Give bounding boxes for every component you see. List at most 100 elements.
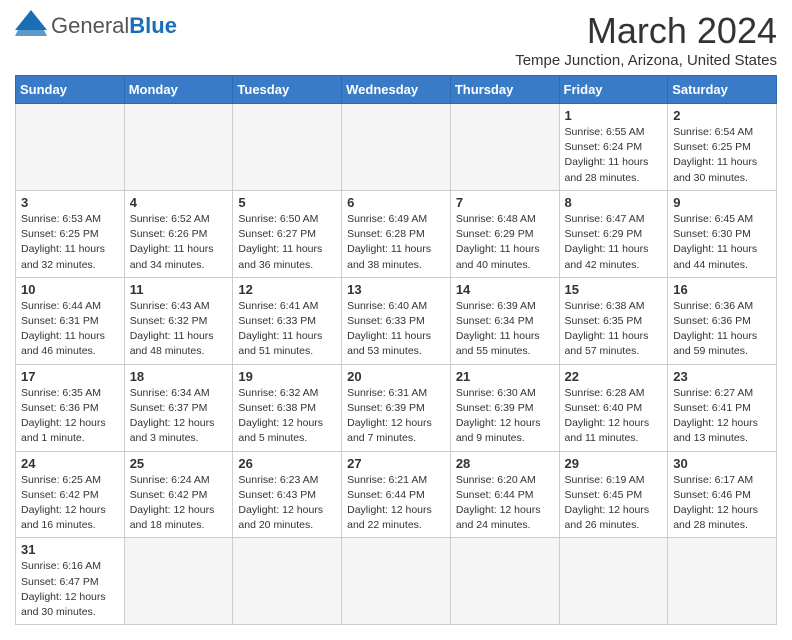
day-info: Sunrise: 6:19 AM Sunset: 6:45 PM Dayligh… (565, 473, 663, 534)
day-number: 22 (565, 369, 663, 384)
day-number: 8 (565, 195, 663, 210)
day-number: 20 (347, 369, 445, 384)
calendar-table: SundayMondayTuesdayWednesdayThursdayFrid… (15, 75, 777, 625)
day-info: Sunrise: 6:34 AM Sunset: 6:37 PM Dayligh… (130, 386, 228, 447)
day-info: Sunrise: 6:38 AM Sunset: 6:35 PM Dayligh… (565, 299, 663, 360)
day-number: 15 (565, 282, 663, 297)
day-number: 13 (347, 282, 445, 297)
header-monday: Monday (124, 76, 233, 104)
day-number: 27 (347, 456, 445, 471)
calendar-week-2: 3Sunrise: 6:53 AM Sunset: 6:25 PM Daylig… (16, 190, 777, 277)
logo-general: General (51, 13, 129, 38)
day-number: 25 (130, 456, 228, 471)
calendar-cell (124, 104, 233, 191)
day-info: Sunrise: 6:55 AM Sunset: 6:24 PM Dayligh… (565, 125, 663, 186)
day-info: Sunrise: 6:24 AM Sunset: 6:42 PM Dayligh… (130, 473, 228, 534)
calendar-cell: 26 Sunrise: 6:23 AM Sunset: 6:43 PM Dayli… (233, 451, 342, 538)
calendar-cell: 13 Sunrise: 6:40 AM Sunset: 6:33 PM Dayli… (342, 277, 451, 364)
calendar-cell: 9Sunrise: 6:45 AM Sunset: 6:30 PM Daylig… (668, 190, 777, 277)
day-number: 19 (238, 369, 336, 384)
day-info: Sunrise: 6:28 AM Sunset: 6:40 PM Dayligh… (565, 386, 663, 447)
day-info: Sunrise: 6:48 AM Sunset: 6:29 PM Dayligh… (456, 212, 554, 273)
calendar-cell: 27 Sunrise: 6:21 AM Sunset: 6:44 PM Dayli… (342, 451, 451, 538)
day-info: Sunrise: 6:21 AM Sunset: 6:44 PM Dayligh… (347, 473, 445, 534)
day-info: Sunrise: 6:44 AM Sunset: 6:31 PM Dayligh… (21, 299, 119, 360)
day-info: Sunrise: 6:50 AM Sunset: 6:27 PM Dayligh… (238, 212, 336, 273)
calendar-cell: 7 Sunrise: 6:48 AM Sunset: 6:29 PM Daylig… (450, 190, 559, 277)
calendar-cell (342, 104, 451, 191)
day-number: 21 (456, 369, 554, 384)
calendar-cell: 29 Sunrise: 6:19 AM Sunset: 6:45 PM Dayli… (559, 451, 668, 538)
day-number: 12 (238, 282, 336, 297)
calendar-cell: 21 Sunrise: 6:30 AM Sunset: 6:39 PM Dayli… (450, 364, 559, 451)
day-number: 17 (21, 369, 119, 384)
day-info: Sunrise: 6:49 AM Sunset: 6:28 PM Dayligh… (347, 212, 445, 273)
day-number: 14 (456, 282, 554, 297)
header-tuesday: Tuesday (233, 76, 342, 104)
calendar-cell: 25 Sunrise: 6:24 AM Sunset: 6:42 PM Dayli… (124, 451, 233, 538)
calendar-cell (233, 104, 342, 191)
calendar-cell: 18 Sunrise: 6:34 AM Sunset: 6:37 PM Dayli… (124, 364, 233, 451)
day-number: 29 (565, 456, 663, 471)
day-info: Sunrise: 6:41 AM Sunset: 6:33 PM Dayligh… (238, 299, 336, 360)
location-title: Tempe Junction, Arizona, United States (515, 52, 777, 69)
calendar-cell (450, 104, 559, 191)
calendar-cell: 30Sunrise: 6:17 AM Sunset: 6:46 PM Dayli… (668, 451, 777, 538)
day-number: 3 (21, 195, 119, 210)
header-wednesday: Wednesday (342, 76, 451, 104)
calendar-cell: 17Sunrise: 6:35 AM Sunset: 6:36 PM Dayli… (16, 364, 125, 451)
day-info: Sunrise: 6:52 AM Sunset: 6:26 PM Dayligh… (130, 212, 228, 273)
header-sunday: Sunday (16, 76, 125, 104)
day-info: Sunrise: 6:16 AM Sunset: 6:47 PM Dayligh… (21, 559, 119, 620)
day-number: 4 (130, 195, 228, 210)
logo-blue: Blue (129, 13, 177, 38)
header-saturday: Saturday (668, 76, 777, 104)
calendar-cell: 16Sunrise: 6:36 AM Sunset: 6:36 PM Dayli… (668, 277, 777, 364)
calendar-cell: 2Sunrise: 6:54 AM Sunset: 6:25 PM Daylig… (668, 104, 777, 191)
day-info: Sunrise: 6:47 AM Sunset: 6:29 PM Dayligh… (565, 212, 663, 273)
calendar-cell: 3Sunrise: 6:53 AM Sunset: 6:25 PM Daylig… (16, 190, 125, 277)
month-title: March 2024 (515, 10, 777, 52)
logo-text: GeneralBlue (51, 13, 177, 39)
header-thursday: Thursday (450, 76, 559, 104)
calendar-cell: 10 Sunrise: 6:44 AM Sunset: 6:31 PM Dayli… (16, 277, 125, 364)
day-info: Sunrise: 6:40 AM Sunset: 6:33 PM Dayligh… (347, 299, 445, 360)
day-info: Sunrise: 6:36 AM Sunset: 6:36 PM Dayligh… (673, 299, 771, 360)
header-friday: Friday (559, 76, 668, 104)
calendar-cell: 23Sunrise: 6:27 AM Sunset: 6:41 PM Dayli… (668, 364, 777, 451)
calendar-cell: 24Sunrise: 6:25 AM Sunset: 6:42 PM Dayli… (16, 451, 125, 538)
day-number: 18 (130, 369, 228, 384)
day-number: 31 (21, 542, 119, 557)
calendar-cell: 1 Sunrise: 6:55 AM Sunset: 6:24 PM Daylig… (559, 104, 668, 191)
day-number: 30 (673, 456, 771, 471)
day-number: 23 (673, 369, 771, 384)
calendar-cell: 20 Sunrise: 6:31 AM Sunset: 6:39 PM Dayli… (342, 364, 451, 451)
calendar-cell: 28 Sunrise: 6:20 AM Sunset: 6:44 PM Dayli… (450, 451, 559, 538)
day-info: Sunrise: 6:54 AM Sunset: 6:25 PM Dayligh… (673, 125, 771, 186)
day-info: Sunrise: 6:43 AM Sunset: 6:32 PM Dayligh… (130, 299, 228, 360)
day-number: 11 (130, 282, 228, 297)
calendar-week-5: 24Sunrise: 6:25 AM Sunset: 6:42 PM Dayli… (16, 451, 777, 538)
calendar-cell: 4 Sunrise: 6:52 AM Sunset: 6:26 PM Daylig… (124, 190, 233, 277)
calendar-cell: 19Sunrise: 6:32 AM Sunset: 6:38 PM Dayli… (233, 364, 342, 451)
header-area: GeneralBlue March 2024 Tempe Junction, A… (15, 10, 777, 69)
day-number: 7 (456, 195, 554, 210)
day-number: 26 (238, 456, 336, 471)
logo-image (15, 10, 47, 41)
day-info: Sunrise: 6:23 AM Sunset: 6:43 PM Dayligh… (238, 473, 336, 534)
day-number: 10 (21, 282, 119, 297)
calendar-cell: 12 Sunrise: 6:41 AM Sunset: 6:33 PM Dayli… (233, 277, 342, 364)
day-number: 28 (456, 456, 554, 471)
day-number: 1 (565, 108, 663, 123)
calendar-cell (16, 104, 125, 191)
calendar-week-1: 1 Sunrise: 6:55 AM Sunset: 6:24 PM Daylig… (16, 104, 777, 191)
day-info: Sunrise: 6:39 AM Sunset: 6:34 PM Dayligh… (456, 299, 554, 360)
day-info: Sunrise: 6:45 AM Sunset: 6:30 PM Dayligh… (673, 212, 771, 273)
day-info: Sunrise: 6:20 AM Sunset: 6:44 PM Dayligh… (456, 473, 554, 534)
logo: GeneralBlue (15, 10, 177, 41)
calendar-cell: 22 Sunrise: 6:28 AM Sunset: 6:40 PM Dayli… (559, 364, 668, 451)
calendar-cell: 15 Sunrise: 6:38 AM Sunset: 6:35 PM Dayli… (559, 277, 668, 364)
day-info: Sunrise: 6:31 AM Sunset: 6:39 PM Dayligh… (347, 386, 445, 447)
calendar-header-row: SundayMondayTuesdayWednesdayThursdayFrid… (16, 76, 777, 104)
day-info: Sunrise: 6:30 AM Sunset: 6:39 PM Dayligh… (456, 386, 554, 447)
